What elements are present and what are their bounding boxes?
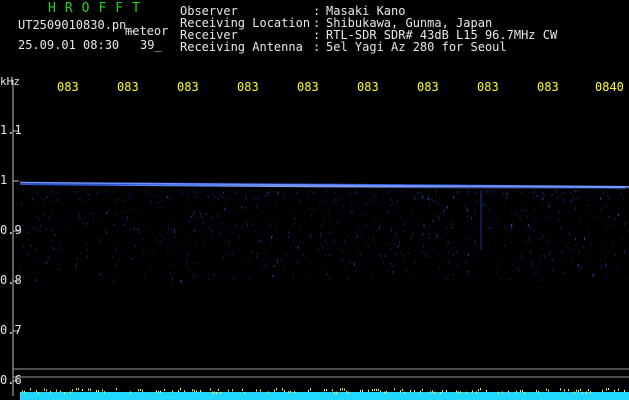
frequency-unit-label: kHz: [0, 75, 20, 88]
y-tick-label: 0.8: [0, 273, 22, 287]
meteor-count: 39_: [140, 38, 162, 52]
y-tick-label: 0.7: [0, 323, 22, 337]
meta-label-antenna: Receiving Antenna: [180, 40, 303, 54]
spectrogram-plot: [12, 80, 629, 400]
meta-value-antenna: 5el Yagi Az 280 for Seoul: [326, 40, 507, 54]
meta-colon: :: [313, 40, 321, 54]
y-tick-label: 1: [0, 173, 8, 187]
file-name: UT2509010830.pn_: [18, 18, 134, 32]
time-tick-label: 083: [237, 80, 259, 94]
app-title: HROFFT: [48, 1, 149, 16]
time-tick-label: 0840: [595, 80, 624, 94]
time-tick-label: 083: [57, 80, 79, 94]
y-tick-label: 0.6: [0, 373, 22, 387]
time-tick-label: 083: [177, 80, 199, 94]
time-tick-label: 083: [357, 80, 379, 94]
time-tick-label: 083: [117, 80, 139, 94]
time-tick-label: 083: [477, 80, 499, 94]
noise-region: [20, 190, 626, 283]
y-tick-marks: [13, 130, 19, 382]
bottom-intensity-band: [20, 388, 629, 400]
meteor-label: meteor: [125, 24, 169, 38]
time-tick-label: 083: [417, 80, 439, 94]
y-tick-label: 1.1: [0, 123, 22, 137]
time-tick-label: 083: [537, 80, 559, 94]
y-tick-label: 0.9: [0, 223, 22, 237]
date-time: 25.09.01 08:30: [18, 38, 120, 52]
time-tick-label: 083: [297, 80, 319, 94]
